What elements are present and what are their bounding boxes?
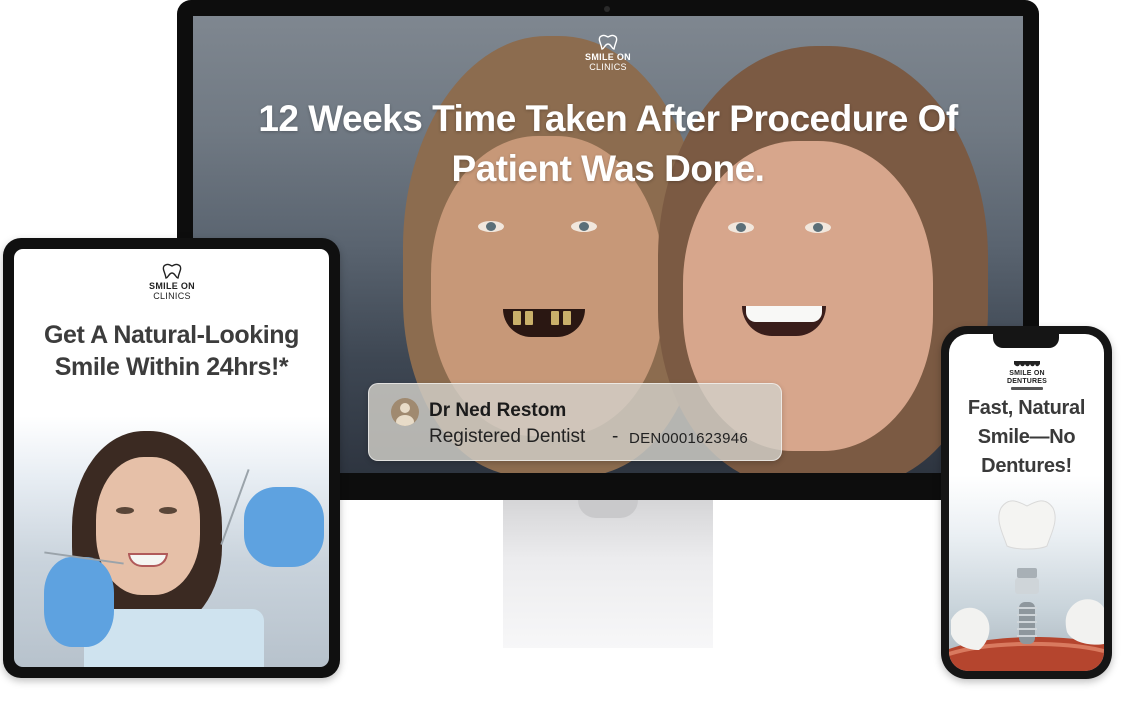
gloved-hand-left-icon [44,557,114,647]
doctor-avatar-icon [391,398,419,426]
doctor-role: Registered Dentist [429,426,586,447]
dental-implant-illustration [949,500,1104,671]
device-mockup-stage: SMILE ON CLINICS 12 Weeks Time Taken Aft… [0,0,1143,711]
logo-line-2: DENTURES [1006,378,1048,385]
tooth-icon [598,34,618,50]
tooth-icon [162,263,182,279]
teeth-row-icon [1014,361,1040,367]
smile-on-clinics-logo: SMILE ON CLINICS [571,34,645,72]
logo-line-1: SMILE ON [585,52,631,62]
logo-line-1: SMILE ON [1009,370,1045,377]
phone-device: SMILE ON DENTURES Fast, Natural Smile—No… [941,326,1112,679]
phone-headline: Fast, Natural Smile—No Dentures! [967,397,1086,477]
doctor-name: Dr Ned Restom [429,400,567,421]
dental-patient-photo [14,427,329,667]
before-eye-right-icon [571,221,597,232]
monitor-stand-notch [578,500,638,518]
phone-screen: SMILE ON DENTURES Fast, Natural Smile—No… [949,334,1104,671]
webcam-dot [604,6,610,12]
logo-tagline-bar [1011,387,1043,390]
monitor-stand [503,500,713,648]
after-eye-right-icon [805,222,831,233]
doctor-separator: - [612,426,619,447]
tablet-smile-on-clinics-logo: SMILE ON CLINICS [134,263,210,301]
logo-line-2: CLINICS [589,62,627,72]
tablet-device: SMILE ON CLINICS Get A Natural-Looking S… [3,238,340,678]
logo-line-2: CLINICS [153,291,191,301]
gloved-hand-right-icon [244,487,324,567]
doctor-card: Dr Ned Restom Registered Dentist - DEN00… [368,383,782,461]
monitor-headline: 12 Weeks Time Taken After Procedure Of P… [258,98,958,189]
phone-notch [993,334,1059,348]
tablet-headline: Get A Natural-Looking Smile Within 24hrs… [43,321,300,381]
doctor-registration-number: DEN0001623946 [629,430,748,447]
after-eye-left-icon [728,222,754,233]
tablet-screen: SMILE ON CLINICS Get A Natural-Looking S… [14,249,329,667]
logo-line-1: SMILE ON [149,281,195,291]
before-eye-left-icon [478,221,504,232]
smile-on-dentures-logo: SMILE ON DENTURES [991,360,1063,390]
